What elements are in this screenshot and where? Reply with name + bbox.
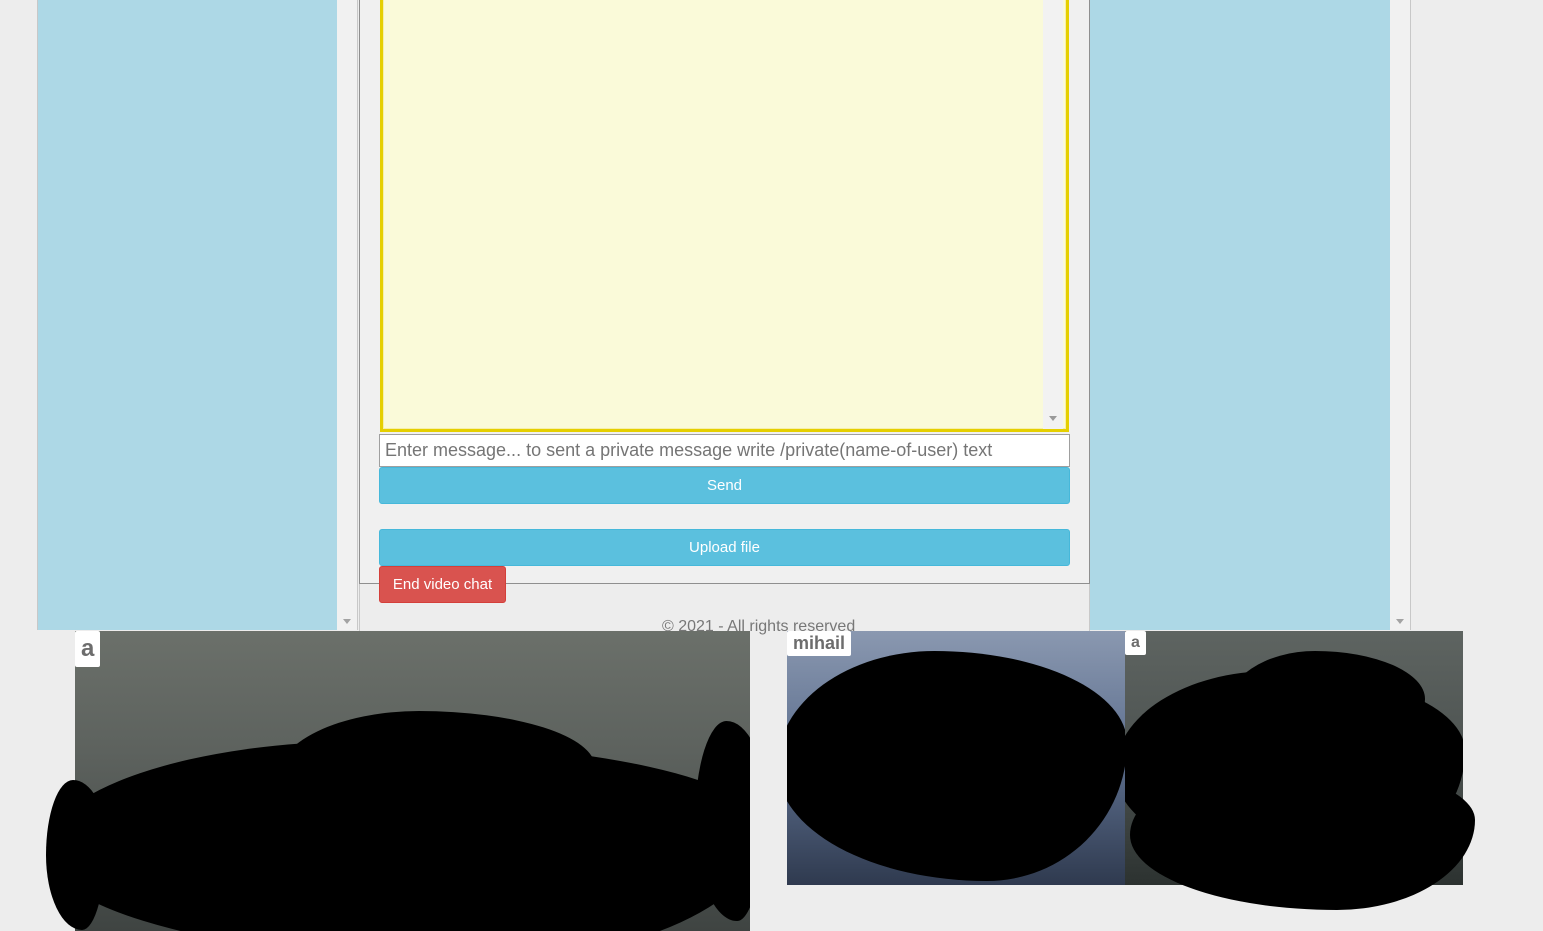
video-feed-1[interactable]: a [75, 631, 750, 931]
video-user-label: a [75, 631, 101, 667]
redaction-blob [787, 651, 1127, 881]
right-user-list-scrollbar[interactable] [1390, 0, 1411, 630]
video-user-label: mihail [787, 631, 852, 656]
redaction-blob [46, 780, 106, 930]
video-user-label: a [1125, 631, 1146, 655]
end-video-chat-button[interactable]: End video chat [379, 566, 506, 603]
scroll-down-arrow-icon[interactable] [1049, 416, 1057, 421]
send-button[interactable]: Send [379, 467, 1070, 504]
upload-file-button[interactable]: Upload file [379, 529, 1070, 566]
chat-messages-area[interactable] [380, 0, 1069, 432]
redaction-blob [1130, 760, 1475, 910]
scroll-down-arrow-icon[interactable] [343, 619, 351, 624]
right-user-list[interactable] [1090, 0, 1390, 630]
message-input[interactable] [379, 434, 1070, 467]
send-button-label: Send [706, 477, 743, 494]
left-user-list[interactable] [37, 0, 337, 630]
scroll-down-arrow-icon[interactable] [1396, 619, 1404, 624]
chat-messages-scrollbar[interactable] [1043, 0, 1063, 429]
upload-file-button-label: Upload file [689, 539, 760, 556]
video-feed-2[interactable]: mihail [787, 631, 1127, 885]
left-user-list-scrollbar[interactable] [337, 0, 358, 630]
end-video-chat-button-label: End video chat [392, 576, 493, 593]
